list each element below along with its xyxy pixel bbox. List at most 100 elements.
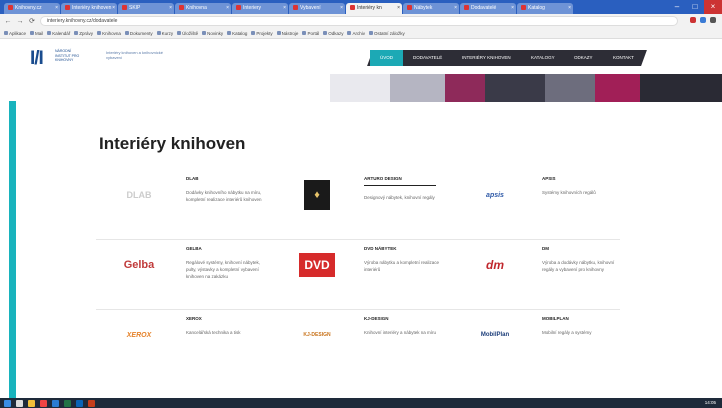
- browser-tab[interactable]: Nábytek ×: [403, 3, 459, 14]
- supplier-card[interactable]: DVD DVD NÁBYTEK Výroba nábytku a kompletní…: [274, 240, 452, 309]
- bookmark-item[interactable]: Aplikace: [4, 31, 26, 36]
- tab-close-icon[interactable]: ×: [340, 5, 343, 11]
- supplier-logo[interactable]: DLAB: [96, 176, 182, 214]
- nav-item[interactable]: KATALOGY: [521, 50, 565, 66]
- tab-close-icon[interactable]: ×: [283, 5, 286, 11]
- supplier-name-link[interactable]: ARTURO DESIGN: [364, 176, 452, 181]
- browser-tab[interactable]: Interiery ×: [232, 3, 288, 14]
- chrome-icon[interactable]: [40, 399, 47, 407]
- supplier-logo[interactable]: DVD: [274, 246, 360, 284]
- supplier-logo[interactable]: MobilPlan: [452, 316, 538, 354]
- bookmark-item[interactable]: Kurzy: [156, 31, 173, 36]
- tab-label: Nábytek: [414, 5, 433, 11]
- clock[interactable]: 14:05: [705, 400, 716, 405]
- tab-close-icon[interactable]: ×: [511, 5, 514, 11]
- nav-item[interactable]: KONTAKT: [603, 50, 644, 66]
- outlook-icon[interactable]: [76, 399, 83, 407]
- bookmark-item[interactable]: Mail: [30, 31, 43, 36]
- bookmark-item[interactable]: Knihovna: [97, 31, 121, 36]
- extension-icon[interactable]: [690, 17, 696, 23]
- nav-item[interactable]: ODKAZY: [564, 50, 603, 66]
- supplier-card[interactable]: DLAB DLAB Dodávky knihovního nábytku na mí…: [96, 170, 274, 239]
- tab-close-icon[interactable]: ×: [169, 5, 172, 11]
- bookmark-item[interactable]: Portál: [302, 31, 319, 36]
- browser-tab[interactable]: Katalog ×: [517, 3, 573, 14]
- supplier-logo[interactable]: Gelba: [96, 246, 182, 284]
- browser-tab[interactable]: Interiéry kn ×: [346, 3, 402, 14]
- word-icon[interactable]: [52, 399, 59, 407]
- menu-icon[interactable]: [710, 17, 716, 23]
- nav-item[interactable]: INTERIÉRY KNIHOVEN: [452, 50, 521, 66]
- forward-icon[interactable]: →: [16, 18, 24, 25]
- start-icon[interactable]: [4, 399, 11, 407]
- divider: [364, 185, 436, 186]
- bookmark-item[interactable]: Dokumenty: [124, 31, 153, 36]
- supplier-card[interactable]: XEROX XEROX Kancelářská technika a tisk: [96, 310, 274, 380]
- bookmark-item[interactable]: Zprávy: [74, 31, 93, 36]
- site-logo[interactable]: I/I: [30, 48, 44, 70]
- reload-icon[interactable]: ⟳: [28, 17, 36, 25]
- folder-icon[interactable]: [28, 399, 35, 407]
- bookmark-item[interactable]: Archiv: [347, 31, 365, 36]
- supplier-card[interactable]: apsis APSIS Systémy knihovních regálů: [452, 170, 620, 239]
- supplier-card[interactable]: Gelba GELBA Regálové systémy, knihovní náb…: [96, 240, 274, 309]
- excel-icon[interactable]: [64, 399, 71, 407]
- logo-text: NÁRODNÍ INSTITUT PRO KNIHOVNY: [55, 49, 80, 62]
- supplier-logo[interactable]: XEROX: [96, 316, 182, 354]
- tab-close-icon[interactable]: ×: [568, 5, 571, 11]
- bookmark-icon: [251, 31, 256, 35]
- supplier-logo[interactable]: apsis: [452, 176, 538, 214]
- browser-tab[interactable]: Dodavatelé ×: [460, 3, 516, 14]
- favicon-icon: [350, 5, 355, 11]
- bookmark-label: Úložiště: [182, 30, 199, 36]
- supplier-info: XEROX Kancelářská technika a tisk: [182, 316, 274, 380]
- supplier-name-link[interactable]: DVD NÁBYTEK: [364, 246, 452, 251]
- close-icon[interactable]: ×: [704, 0, 722, 14]
- supplier-card[interactable]: ♦ ARTURO DESIGN Designový nábytek, knihovn…: [274, 170, 452, 239]
- bookmark-item[interactable]: Kalendář: [47, 31, 70, 36]
- tab-close-icon[interactable]: ×: [397, 5, 400, 11]
- tab-close-icon[interactable]: ×: [55, 5, 58, 11]
- bookmark-item[interactable]: Úložiště: [177, 31, 198, 36]
- supplier-name-link[interactable]: KJ-DESIGN: [364, 316, 452, 321]
- supplier-logo[interactable]: dm: [452, 246, 538, 284]
- supplier-name-link[interactable]: XEROX: [186, 316, 274, 321]
- supplier-logo[interactable]: KJ-DESIGN: [274, 316, 360, 354]
- bookmark-item[interactable]: Novinky: [202, 31, 223, 36]
- favicon-icon: [122, 5, 127, 11]
- nav-item[interactable]: DODAVATELÉ: [403, 50, 452, 66]
- supplier-name-link[interactable]: GELBA: [186, 246, 274, 251]
- supplier-card[interactable]: KJ-DESIGN KJ-DESIGN Knihovní interiéry a n…: [274, 310, 452, 380]
- bookmark-icon: [202, 31, 207, 35]
- browser-tab[interactable]: Interiéry knihoven ×: [61, 3, 117, 14]
- favicon-icon: [8, 5, 13, 11]
- bookmark-item[interactable]: Projekty: [251, 31, 273, 36]
- browser-tab[interactable]: Knihovny.cz ×: [4, 3, 60, 14]
- browser-tab[interactable]: SKIP ×: [118, 3, 174, 14]
- browser-tab[interactable]: Vybavení ×: [289, 3, 345, 14]
- maximize-icon[interactable]: □: [686, 0, 704, 14]
- extension-icon[interactable]: [700, 17, 706, 23]
- bookmark-item[interactable]: Nástroje: [276, 31, 298, 36]
- supplier-name-link[interactable]: DM: [542, 246, 620, 251]
- supplier-card[interactable]: MobilPlan MOBILPLAN Mobilní regály a systé…: [452, 310, 620, 380]
- supplier-name-link[interactable]: APSIS: [542, 176, 620, 181]
- minimize-icon[interactable]: –: [668, 0, 686, 14]
- supplier-name-link[interactable]: MOBILPLAN: [542, 316, 620, 321]
- supplier-card[interactable]: dm DM Výroba a dodávky nábytku, knihovní r…: [452, 240, 620, 309]
- search-icon[interactable]: [16, 399, 23, 407]
- bookmark-item[interactable]: Ostatní záložky: [368, 31, 405, 36]
- tab-close-icon[interactable]: ×: [112, 5, 115, 11]
- supplier-info: DM Výroba a dodávky nábytku, knihovní reg…: [538, 246, 620, 309]
- back-icon[interactable]: ←: [4, 18, 12, 25]
- browser-tab[interactable]: Knihovna ×: [175, 3, 231, 14]
- bookmark-item[interactable]: Katalog: [227, 31, 247, 36]
- supplier-name-link[interactable]: DLAB: [186, 176, 274, 181]
- url-input[interactable]: interiery.knihovny.cz/dodavatele: [40, 16, 678, 26]
- nav-item[interactable]: ÚVOD: [370, 50, 404, 66]
- powerpoint-icon[interactable]: [88, 399, 95, 407]
- supplier-logo[interactable]: ♦: [274, 176, 360, 214]
- tab-close-icon[interactable]: ×: [226, 5, 229, 11]
- bookmark-item[interactable]: Odkazy: [323, 31, 343, 36]
- tab-close-icon[interactable]: ×: [454, 5, 457, 11]
